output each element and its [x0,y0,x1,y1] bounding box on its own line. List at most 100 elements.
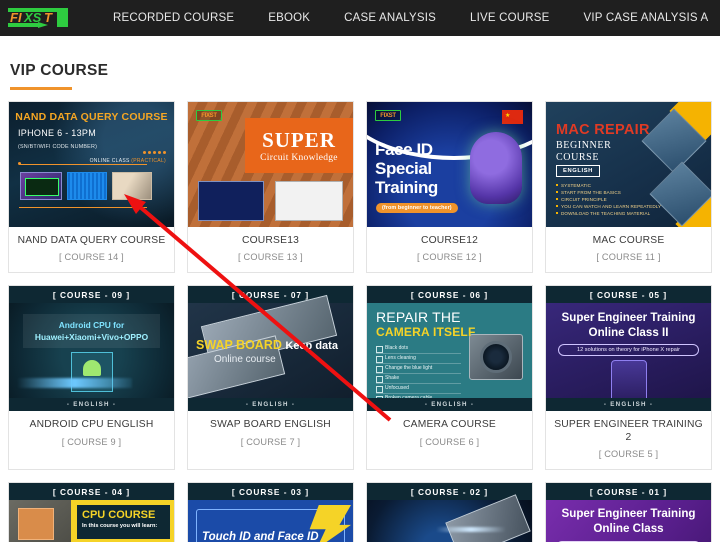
thumb-panel: SUPER Circuit Knowledge [245,118,353,173]
page-header: VIP COURSE [0,36,720,90]
nav-item-recorded-course[interactable]: RECORDED COURSE [96,12,251,24]
thumb-line-1: Super Engineer Training [561,507,696,521]
card-title: CAMERA COURSE [403,419,496,431]
camera-module-image [469,334,523,381]
thumb-title: Face ID Special Training [375,140,438,197]
course-card-cpu-course[interactable]: [ COURSE - 04 ] CPU COURSE In this cours… [8,482,175,542]
thumb-course-bar: [ COURSE - 01 ] [546,483,711,501]
bullet-item: CIRCUIT PRINCIPLE [556,196,661,203]
page-title: VIP COURSE [10,62,109,79]
decor-light-flare [436,527,507,533]
thumb-language-tag: ENGLISH [556,165,600,177]
android-robot-icon [82,360,101,377]
course-thumbnail: [ COURSE - 01 ] Super Engineer Training … [546,483,711,542]
svg-text:T: T [44,10,53,25]
card-subtitle: [ COURSE 5 ] [598,449,659,460]
course-card-touch-id-face-id[interactable]: [ COURSE - 03 ] Touch ID and Face ID [187,482,354,542]
thumb-subtitle: BEGINNER COURSE [556,140,612,163]
card-subtitle: [ COURSE 9 ] [61,436,122,447]
card-subtitle: [ COURSE 11 ] [596,252,661,263]
title-underline [10,87,72,90]
course-card-super-engineer-1[interactable]: [ COURSE - 01 ] Super Engineer Training … [545,482,712,542]
thumb-title: Touch ID and Face ID [202,531,319,542]
bullet-item: SYSTEMATIC [556,182,661,189]
thumb-course-bar: [ COURSE - 06 ] [367,286,532,304]
thumb-subtitle: In this course you will learn: [82,523,158,530]
course-thumbnail: [ COURSE - 03 ] Touch ID and Face ID [188,483,353,542]
pip-dots [143,151,166,154]
course-card-swap-board[interactable]: [ COURSE - 07 ] SWAP BOARD Keep data Onl… [187,285,354,471]
card-title: COURSE13 [241,235,300,246]
nav-item-ebook[interactable]: EBOOK [251,12,327,24]
card-subtitle: [ COURSE 12 ] [417,252,482,263]
course-thumbnail: [ COURSE - 04 ] CPU COURSE In this cours… [9,483,174,542]
course-card-mac-course[interactable]: MAC REPAIR BEGINNER COURSE ENGLISH SYSTE… [545,101,712,274]
course-card-error[interactable]: [ COURSE - 02 ] ERROR [366,482,533,542]
course-card-super-engineer-2[interactable]: [ COURSE - 05 ] Super Engineer Training … [545,285,712,471]
thumb-screenshot-dark [198,181,264,221]
course-card-course13[interactable]: FIXST SUPER Circuit Knowledge COURSE13 [… [187,101,354,274]
thumb-language-bar: - ENGLISH - [9,398,174,412]
thumb-title: CPU COURSE [82,509,156,522]
course-thumbnail: FIXST ★ Face ID Special Training (from b… [367,102,532,227]
thumb-bullet-list: SYSTEMATIC START FROM THE BASICS CIRCUIT… [556,182,661,217]
thumb-text-box: Android CPU for Huawei+Xiaomi+Vivo+OPPO [23,314,160,349]
course-thumbnail: [ COURSE - 02 ] ERROR [367,483,532,542]
thumb-screenshot-light [275,181,343,221]
thumb-line-2: Online Class II [588,326,669,340]
nav-links: RECORDED COURSE EBOOK CASE ANALYSIS LIVE… [96,10,720,26]
decor-light-beam [17,378,132,389]
thumb-headline: NAND DATA QUERY COURSE [15,111,168,123]
nav-item-live-course[interactable]: LIVE COURSE [453,12,567,24]
card-subtitle: [ COURSE 6 ] [419,436,480,447]
thumb-line-1: Android CPU for [58,320,125,331]
course-grid: NAND DATA QUERY COURSE IPHONE 6 - 13PM (… [0,101,720,542]
course-card-nand-data-query[interactable]: NAND DATA QUERY COURSE IPHONE 6 - 13PM (… [8,101,175,274]
course-thumbnail: FIXST SUPER Circuit Knowledge [188,102,353,227]
thumb-image-tool [112,172,152,200]
logic-board-image [445,494,531,542]
thumb-badge: (from beginner to teacher) [376,203,458,213]
thumb-course-bar: [ COURSE - 03 ] [188,483,353,501]
card-body: SWAP BOARD ENGLISH [ COURSE 7 ] [188,411,353,456]
thumb-line-1: IPHONE 6 - 13PM [18,128,97,138]
card-title: ANDROID CPU ENGLISH [29,419,154,431]
thumb-image-monitor [20,172,62,200]
thumb-pill-badge: 12 solutions on theory for iPhone X repa… [558,344,699,357]
card-title: SUPER ENGINEER TRAINING 2 [554,419,703,443]
fixst-mini-logo-icon: FIXST [196,110,222,121]
course-thumbnail: [ COURSE - 05 ] Super Engineer Training … [546,286,711,412]
fixst-mini-logo-icon: FIXST [375,110,401,121]
thumb-language-bar: - ENGLISH - [367,398,532,412]
course-card-camera[interactable]: [ COURSE - 06 ] REPAIR THE CAMERA ITSELF… [366,285,533,471]
board-photo [9,500,71,542]
course-thumbnail: NAND DATA QUERY COURSE IPHONE 6 - 13PM (… [9,102,174,227]
course-card-course12[interactable]: FIXST ★ Face ID Special Training (from b… [366,101,533,274]
decor-line [19,164,147,165]
thumb-line-2: Huawei+Xiaomi+Vivo+OPPO [34,332,149,343]
card-title: NAND DATA QUERY COURSE [17,235,166,246]
thumb-course-bar: [ COURSE - 09 ] [9,286,174,304]
thumb-line-2: CAMERA ITSELF [376,325,476,340]
thumb-line-2: Online Class [593,522,664,536]
nav-item-case-analysis[interactable]: CASE ANALYSIS [327,12,453,24]
decor-dot [18,162,21,165]
face-scan-image [470,132,522,204]
card-body: SUPER ENGINEER TRAINING 2 [ COURSE 5 ] [546,411,711,469]
fixst-logo[interactable]: F I XS T [0,0,74,36]
thumb-language-bar: - ENGLISH - [188,398,353,412]
course-thumbnail: MAC REPAIR BEGINNER COURSE ENGLISH SYSTE… [546,102,711,227]
course-thumbnail: [ COURSE - 07 ] SWAP BOARD Keep data Onl… [188,286,353,412]
bullet-item: YOU CAN WATCH AND LEARN REPEATEDLY [556,203,661,210]
thumb-language-bar: - ENGLISH - [546,398,711,412]
china-flag-icon: ★ [502,110,523,124]
card-title: SWAP BOARD ENGLISH [210,419,331,431]
card-body: COURSE12 [ COURSE 12 ] [367,227,532,272]
course-card-android-cpu[interactable]: [ COURSE - 09 ] Android CPU for Huawei+X… [8,285,175,471]
card-title: MAC COURSE [592,235,665,246]
bullet-item: DOWNLOAD THE TEACHING MATERIAL [556,210,661,217]
bullet-item: Lens cleaning [376,354,461,365]
card-subtitle: [ COURSE 13 ] [238,252,303,263]
svg-text:I: I [18,10,22,25]
nav-item-vip-case-analysis[interactable]: VIP CASE ANALYSIS A [567,12,720,24]
